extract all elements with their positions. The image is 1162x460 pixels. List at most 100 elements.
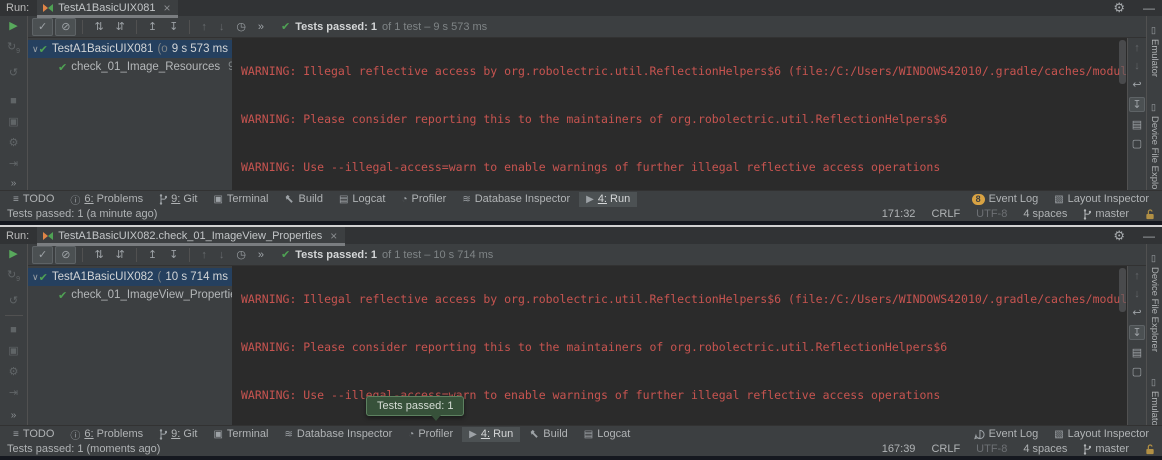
file-encoding[interactable]: UTF-8 [976, 443, 1007, 455]
event-log-button[interactable]: 8Event Log [965, 192, 1046, 207]
sync-icon[interactable]: ↺ [4, 66, 24, 80]
event-log-button[interactable]: Event Log [967, 427, 1046, 442]
test-history-icon[interactable]: ◷ [231, 19, 251, 35]
run-button[interactable]: ▶4: Run [462, 427, 520, 442]
test-tree-child-row[interactable]: ✔ check_01_ImageView_Properties 10 s 714… [28, 286, 232, 304]
terminal-button[interactable]: ▣Terminal [206, 192, 275, 207]
test-duration: 10 s 714 ms [165, 271, 228, 283]
console-scrollbar[interactable] [1119, 268, 1126, 312]
git-button[interactable]: 9: Git [152, 192, 204, 207]
clear-console-icon[interactable]: ▢ [1132, 365, 1142, 378]
git-button[interactable]: 9: Git [152, 427, 204, 442]
status-message: Tests passed: 1 (moments ago) [7, 443, 882, 455]
indent-setting[interactable]: 4 spaces [1023, 208, 1067, 220]
console-line: WARNING: Use --illegal-access=warn to en… [241, 159, 1127, 175]
logcat-button[interactable]: ▤Logcat [332, 192, 392, 207]
scroll-to-end-icon[interactable]: ↧ [1129, 325, 1144, 340]
caret-position[interactable]: 167:39 [882, 443, 916, 455]
run-tab[interactable]: TestA1BasicUIX082.check_01_ImageView_Pro… [37, 227, 345, 244]
settings-gear-icon[interactable]: ⚙ [1104, 228, 1134, 244]
run-console[interactable]: WARNING: Illegal reflective access by or… [232, 38, 1127, 190]
sort-alphabetically-icon[interactable]: ⇅ [89, 247, 108, 263]
problems-button[interactable]: ⓘ6: Problems [63, 192, 150, 207]
tests-passed-text: Tests passed: 1 [295, 249, 377, 261]
indent-setting[interactable]: 4 spaces [1023, 443, 1067, 455]
close-tab-icon[interactable]: × [163, 1, 170, 15]
test-tree-child-row[interactable]: ✔ check_01_Image_Resources 9 s 573 ms [28, 58, 232, 76]
terminal-button[interactable]: ▣Terminal [206, 427, 275, 442]
profiler-button[interactable]: ◔Profiler [394, 192, 453, 207]
rerun-failed-tests-icon[interactable]: ↻9 [4, 40, 24, 59]
console-line: WARNING: Please consider reporting this … [241, 111, 1127, 127]
database-inspector-button[interactable]: ≋Database Inspector [277, 427, 399, 442]
more-actions-icon[interactable]: » [253, 19, 269, 35]
expand-all-icon[interactable]: ↥ [143, 247, 162, 263]
tool-window-bar: ≡TODO ⓘ6: Problems 9: Git ▣Terminal ≋Dat… [0, 425, 1162, 442]
sort-alphabetically-icon[interactable]: ⇅ [89, 19, 108, 35]
minimize-icon[interactable]: — [1134, 1, 1162, 15]
print-icon[interactable]: ▤ [1132, 346, 1142, 359]
hide-panel-icon[interactable]: » [11, 410, 17, 421]
sort-by-duration-icon[interactable]: ⇵ [111, 247, 130, 263]
run-tab[interactable]: TestA1BasicUIX081 × [37, 0, 178, 16]
sort-by-duration-icon[interactable]: ⇵ [111, 19, 130, 35]
sync-icon[interactable]: ↺ [4, 294, 24, 308]
lock-icon[interactable] [1145, 209, 1155, 220]
print-icon[interactable]: ▤ [1132, 118, 1142, 131]
test-tree-root-row[interactable]: ∨ ✔ TestA1BasicUIX082 (org.aplas.basica … [28, 268, 232, 286]
scroll-to-end-icon[interactable]: ↧ [1129, 97, 1144, 112]
show-ignored-icon[interactable]: ⊘ [55, 246, 76, 264]
test-settings-icon[interactable]: ⚙ [4, 365, 24, 379]
test-settings-icon[interactable]: ⚙ [4, 136, 24, 150]
logcat-button[interactable]: ▤Logcat [577, 427, 637, 442]
expand-all-icon[interactable]: ↥ [143, 19, 162, 35]
profiler-button[interactable]: ◔Profiler [401, 427, 460, 442]
soft-wrap-icon[interactable]: ↩ [1132, 78, 1141, 91]
file-encoding[interactable]: UTF-8 [976, 208, 1007, 220]
import-test-results-icon[interactable]: ⇥ [4, 157, 24, 171]
chevron-down-icon[interactable]: ∨ [32, 272, 39, 283]
show-ignored-icon[interactable]: ⊘ [55, 18, 76, 36]
clear-console-icon[interactable]: ▢ [1132, 137, 1142, 150]
layout-inspector-button[interactable]: ▧Layout Inspector [1047, 427, 1156, 442]
tool-window-button-1[interactable]: ▯Device File Explorer [1149, 254, 1160, 352]
todo-button[interactable]: ≡TODO [6, 192, 61, 207]
git-branch-widget[interactable]: master [1083, 208, 1129, 220]
more-actions-icon[interactable]: » [253, 247, 269, 263]
tool-window-button-1[interactable]: ▯Emulator [1149, 26, 1160, 77]
collapse-all-icon[interactable]: ↧ [164, 19, 183, 35]
todo-button[interactable]: ≡TODO [6, 427, 61, 442]
rerun-button[interactable]: ▶ [4, 247, 24, 261]
git-branch-widget[interactable]: master [1083, 443, 1129, 455]
database-inspector-button[interactable]: ≋Database Inspector [455, 192, 577, 207]
layout-inspector-button[interactable]: ▧Layout Inspector [1047, 192, 1156, 207]
test-history-icon[interactable]: ◷ [231, 247, 251, 263]
screenshot-icon[interactable]: ▣ [4, 115, 24, 129]
rerun-button[interactable]: ▶ [4, 19, 24, 33]
import-test-results-icon[interactable]: ⇥ [4, 386, 24, 400]
run-button[interactable]: ▶4: Run [579, 192, 637, 207]
settings-gear-icon[interactable]: ⚙ [1104, 0, 1134, 16]
test-tree-root-row[interactable]: ∨ ✔ TestA1BasicUIX081 (org.aplas.basica … [28, 40, 232, 58]
lock-icon[interactable] [1145, 444, 1155, 455]
line-separator[interactable]: CRLF [931, 443, 960, 455]
close-tab-icon[interactable]: × [330, 229, 337, 243]
show-passed-icon[interactable]: ✓ [32, 246, 53, 264]
minimize-icon[interactable]: — [1134, 229, 1162, 243]
soft-wrap-icon[interactable]: ↩ [1132, 306, 1141, 319]
caret-position[interactable]: 171:32 [882, 208, 916, 220]
build-button[interactable]: Build [277, 192, 329, 207]
collapse-all-icon[interactable]: ↧ [164, 247, 183, 263]
chevron-down-icon[interactable]: ∨ [32, 44, 39, 55]
console-scrollbar[interactable] [1119, 40, 1126, 84]
line-separator[interactable]: CRLF [931, 208, 960, 220]
screenshot-icon[interactable]: ▣ [4, 344, 24, 358]
build-button[interactable]: Build [522, 427, 574, 442]
tool-window-button-2[interactable]: ▯Device File Explorer [1149, 103, 1160, 201]
run-configuration-icon [43, 231, 53, 241]
hide-panel-icon[interactable]: » [11, 178, 17, 189]
show-passed-icon[interactable]: ✓ [32, 18, 53, 36]
tool-window-button-2[interactable]: ▯Emulator [1149, 378, 1160, 429]
rerun-failed-tests-icon[interactable]: ↻9 [4, 268, 24, 287]
problems-button[interactable]: ⓘ6: Problems [63, 427, 150, 442]
